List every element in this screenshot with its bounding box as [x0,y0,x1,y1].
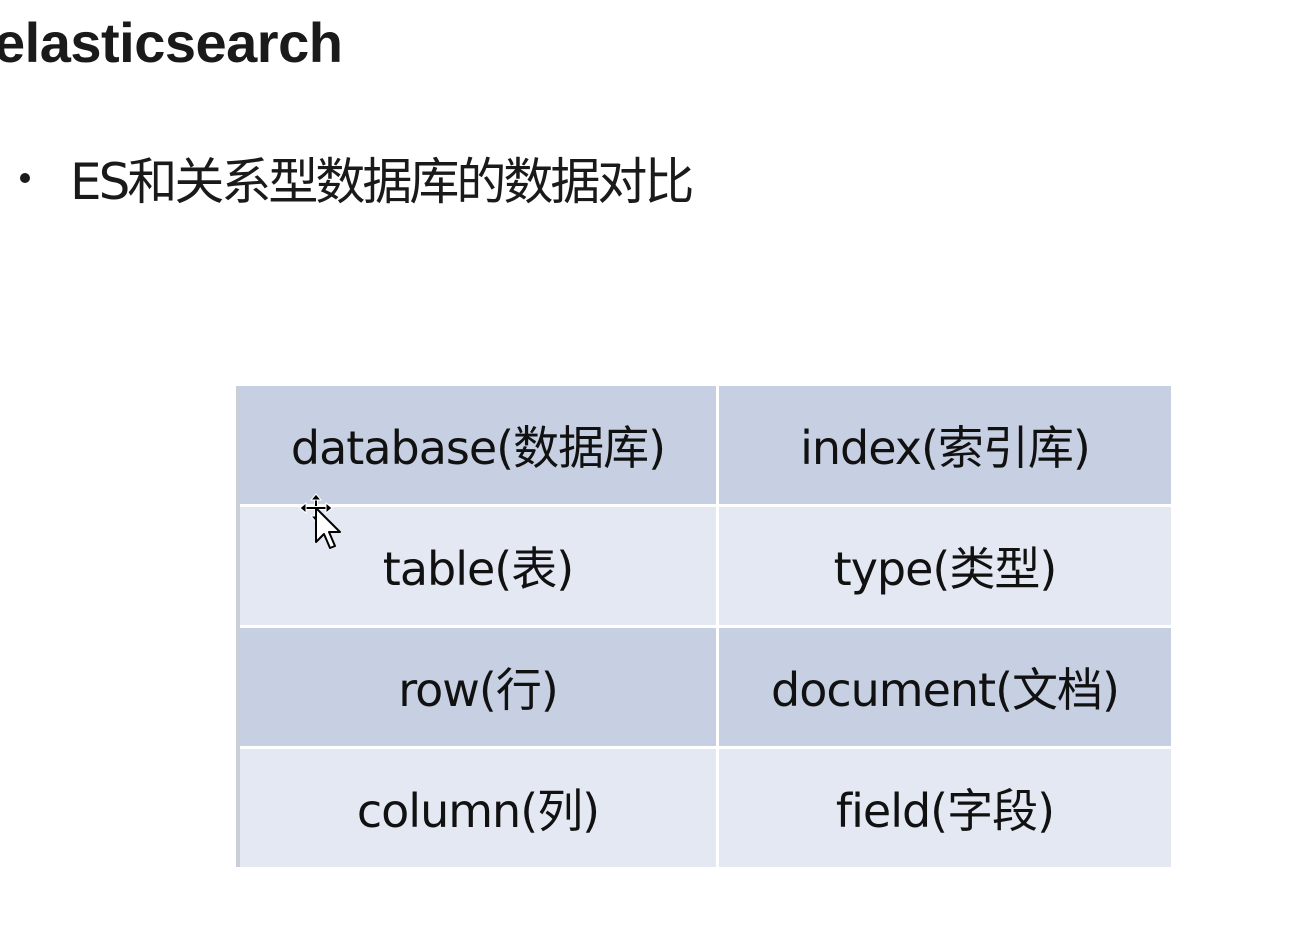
table-row: database(数据库) index(索引库) [236,386,1171,506]
bullet-dot-icon [20,173,30,183]
bullet-text: ES和关系型数据库的数据对比 [70,153,694,211]
table-row: column(列) field(字段) [236,746,1171,867]
relational-cell: database(数据库) [236,386,718,506]
relational-cell: column(列) [236,746,718,867]
elasticsearch-cell: index(索引库) [716,386,1171,506]
elasticsearch-cell: type(类型) [716,504,1171,627]
comparison-table: database(数据库) index(索引库) table(表) type(类… [236,386,1171,867]
move-cursor-icon [299,493,341,549]
elasticsearch-cell: field(字段) [716,746,1171,867]
elasticsearch-cell: document(文档) [716,625,1171,748]
relational-cell: row(行) [236,625,718,748]
table-row: table(表) type(类型) [236,504,1171,627]
bullet-item: ES和关系型数据库的数据对比 [14,142,694,214]
slide-title: elasticsearch [0,11,343,74]
table-row: row(行) document(文档) [236,625,1171,748]
